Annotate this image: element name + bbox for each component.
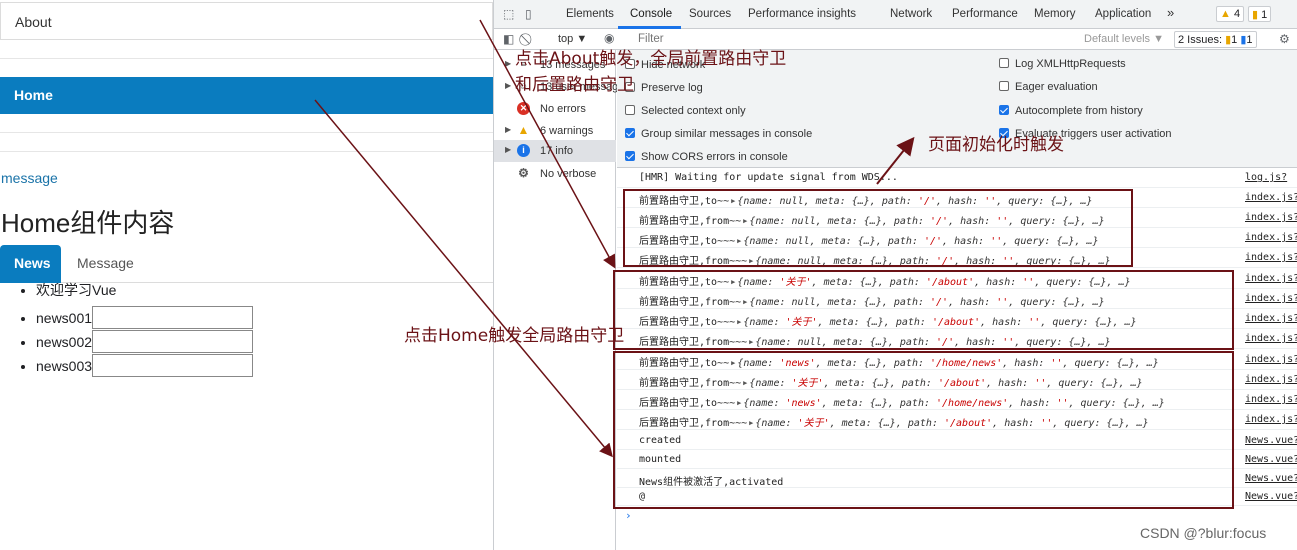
console-toolbar: ◧ ⃠ top ▼ ◉ Default levels ▼ 2 Issues: ▮… (494, 29, 1297, 50)
warnings-badge[interactable]: ▲ 4 (1216, 6, 1245, 22)
init-logs-box (623, 189, 1133, 267)
nav-home-link[interactable]: Home (0, 77, 493, 114)
setting-show-cors[interactable]: Show CORS errors in console (625, 151, 788, 163)
list-item-label: news002 (36, 333, 93, 350)
more-tabs-icon[interactable]: » (1167, 5, 1174, 20)
home-tabs: News Message (0, 245, 493, 283)
source-link[interactable]: index.js? (1245, 374, 1297, 385)
tab-application[interactable]: Application (1095, 8, 1151, 20)
about-note-line1: 点击About触发，全局前置路由守卫 (515, 49, 787, 69)
source-link[interactable]: index.js? (1245, 414, 1297, 425)
tab-elements[interactable]: Elements (566, 8, 614, 20)
tab-message[interactable]: Message (77, 255, 134, 271)
setting-selected-context[interactable]: Selected context only (625, 105, 746, 117)
tab-performance-insights[interactable]: Performance insights (748, 8, 856, 20)
info-icon: i (517, 144, 530, 157)
tab-console[interactable]: Console (630, 8, 672, 20)
devtools-tab-bar: ⬚ ▯ Elements Console Sources Performance… (494, 0, 1297, 29)
warning-icon: ▲ (517, 123, 530, 137)
setting-log-xhr[interactable]: Log XMLHttpRequests (999, 58, 1126, 70)
list-item: news001 (36, 306, 254, 330)
message-link[interactable]: message (1, 170, 58, 186)
setting-eager-eval[interactable]: Eager evaluation (999, 81, 1098, 93)
source-link[interactable]: News.vue? (1245, 435, 1297, 446)
device-toolbar-icon[interactable]: ▯ (525, 7, 532, 21)
setting-preserve-log[interactable]: Preserve log (625, 82, 703, 94)
news001-input[interactable] (92, 306, 254, 329)
inspect-element-icon[interactable]: ⬚ (503, 7, 514, 21)
source-link[interactable]: News.vue? (1245, 473, 1297, 484)
list-item-label: news001 (36, 309, 93, 326)
source-link[interactable]: index.js? (1245, 192, 1297, 203)
issues-badge[interactable]: ▮ 1 (1248, 6, 1272, 22)
tab-sources[interactable]: Sources (689, 8, 731, 20)
news003-input[interactable] (92, 354, 254, 377)
setting-group-similar[interactable]: Group similar messages in console (625, 128, 812, 140)
home-title: Home组件内容 (1, 208, 175, 238)
tab-memory[interactable]: Memory (1034, 8, 1076, 20)
source-link[interactable]: index.js? (1245, 394, 1297, 405)
gear-icon: ⚙ (518, 166, 529, 180)
divider (0, 151, 493, 152)
about-logs-box (613, 270, 1234, 350)
source-link[interactable]: index.js? (1245, 313, 1297, 324)
console-sidebar: ▶ ≡ 13 messages ▶ ☺ 13 user messages ✕ No err… (494, 50, 630, 550)
sidebar-item-errors[interactable]: ✕ No errors (494, 98, 616, 120)
list-item-label: 欢迎学习Vue (36, 282, 117, 298)
source-link[interactable]: index.js? (1245, 293, 1297, 304)
tab-news[interactable]: News (0, 245, 61, 283)
divider (0, 58, 493, 59)
watermark: CSDN @?blur:focus (1140, 525, 1267, 541)
source-link[interactable]: index.js? (1245, 212, 1297, 223)
news-list: 欢迎学习Vue news001 news002 news003 (20, 282, 254, 378)
divider (0, 132, 493, 133)
context-selector[interactable]: top ▼ (558, 33, 587, 45)
levels-dropdown[interactable]: Default levels ▼ (1084, 33, 1164, 45)
console-message: [HMR] Waiting for update signal from WDS… (617, 168, 1297, 188)
console-prompt[interactable]: › (625, 509, 632, 522)
issues-button[interactable]: 2 Issues: ▮1 ▮1 (1174, 31, 1257, 48)
error-icon: ✕ (517, 102, 530, 115)
sidebar-item-info[interactable]: ▶ i 17 info (494, 140, 616, 162)
source-link[interactable]: index.js? (1245, 333, 1297, 344)
source-link[interactable]: index.js? (1245, 252, 1297, 263)
settings-gear-icon[interactable]: ⚙ (1279, 32, 1290, 46)
source-link[interactable]: index.js? (1245, 354, 1297, 365)
news002-input[interactable] (92, 330, 254, 353)
filter-input[interactable] (634, 30, 1072, 48)
source-link[interactable]: News.vue? (1245, 454, 1297, 465)
eye-icon[interactable]: ◉ (604, 31, 614, 45)
nav-about-link[interactable]: About (0, 2, 493, 40)
source-link[interactable]: index.js? (1245, 232, 1297, 243)
list-item: news003 (36, 354, 254, 378)
tab-network[interactable]: Network (890, 8, 932, 20)
sidebar-item-verbose[interactable]: ⚙ No verbose (494, 163, 616, 185)
source-link[interactable]: News.vue? (1245, 491, 1297, 502)
list-item: news002 (36, 330, 254, 354)
list-item: 欢迎学习Vue (36, 282, 253, 306)
sidebar-item-warnings[interactable]: ▶ ▲ 6 warnings (494, 120, 616, 142)
home-logs-box (613, 351, 1234, 509)
setting-autocomplete[interactable]: Autocomplete from history (999, 105, 1143, 117)
home-note: 点击Home触发全局路由守卫 (404, 326, 625, 346)
about-note-line2: 和后置路由守卫 (515, 75, 634, 95)
tab-performance[interactable]: Performance (952, 8, 1018, 20)
source-link[interactable]: log.js? (1245, 172, 1287, 183)
source-link[interactable]: index.js? (1245, 273, 1297, 284)
init-note: 页面初始化时触发 (928, 135, 1064, 155)
vue-app-panel: About Home message Home组件内容 News Message… (0, 0, 493, 550)
list-item-label: news003 (36, 357, 93, 374)
sidebar-toggle-icon[interactable]: ◧ (503, 32, 514, 46)
